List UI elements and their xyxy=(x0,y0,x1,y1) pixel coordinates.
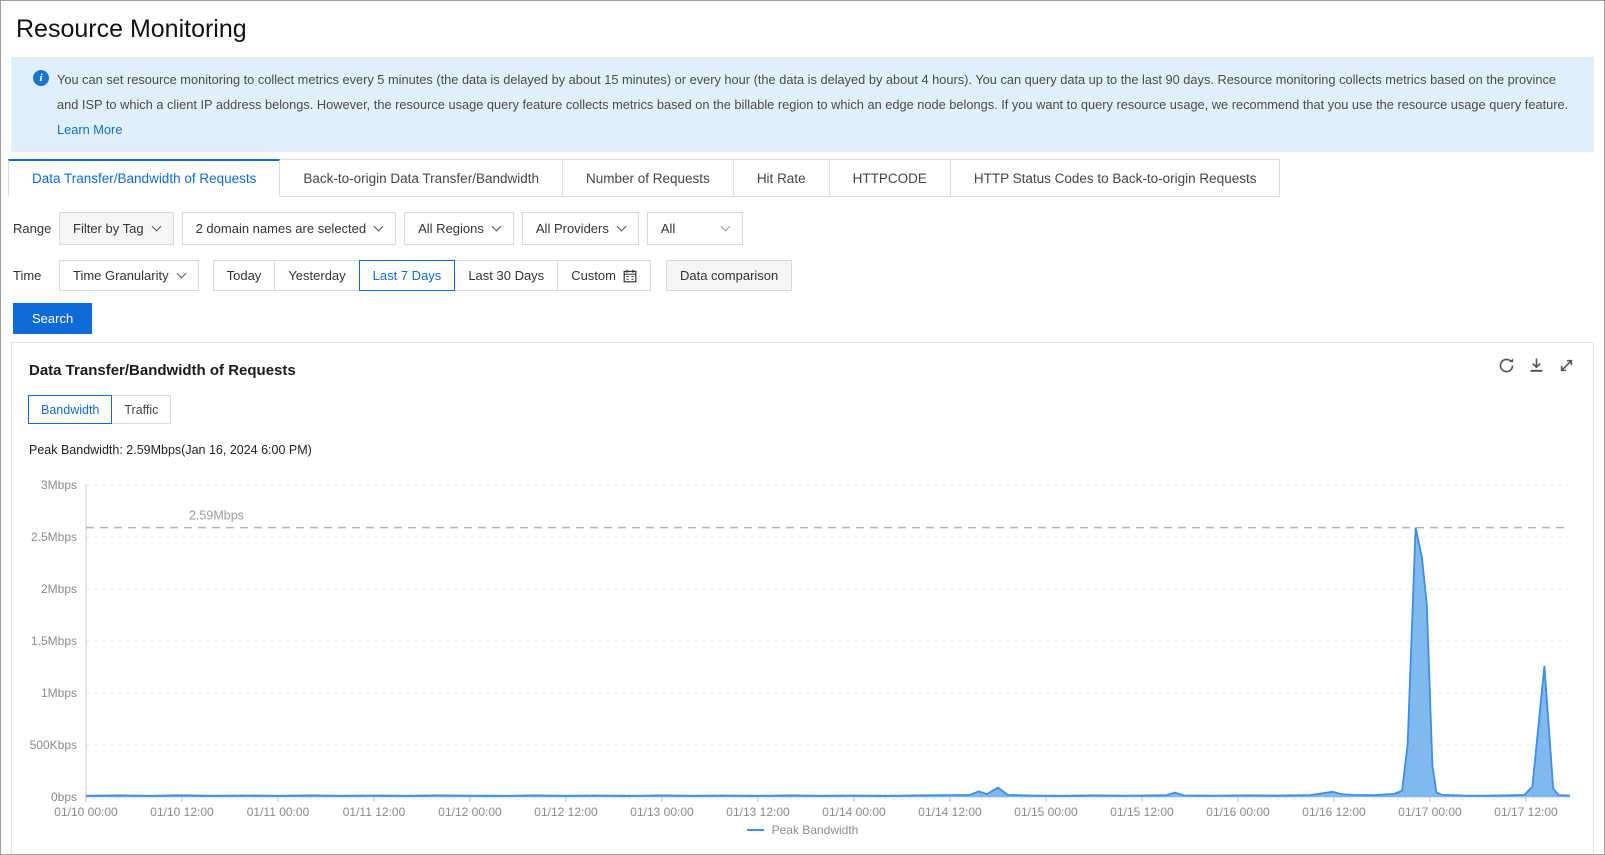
time-button-today[interactable]: Today xyxy=(212,260,276,291)
chart-panel-title: Data Transfer/Bandwidth of Requests xyxy=(29,362,296,379)
chevron-down-icon xyxy=(373,221,384,232)
info-icon: i xyxy=(33,70,49,86)
search-button[interactable]: Search xyxy=(13,303,93,334)
banner-text: You can set resource monitoring to colle… xyxy=(57,72,1568,137)
all-metric-dropdown[interactable]: All xyxy=(646,212,743,245)
time-button-last-30-days[interactable]: Last 30 Days xyxy=(454,260,559,291)
time-button-custom[interactable]: Custom xyxy=(557,260,651,291)
chevron-down-icon xyxy=(616,221,627,232)
learn-more-link[interactable]: Learn More xyxy=(57,122,122,137)
tab-bar: Data Transfer/Bandwidth of Requests Back… xyxy=(8,159,1594,197)
time-granularity-dropdown[interactable]: Time Granularity xyxy=(59,260,199,291)
tab-http-status-back-to-origin[interactable]: HTTP Status Codes to Back-to-origin Requ… xyxy=(949,159,1281,197)
refresh-icon[interactable] xyxy=(1498,357,1515,374)
time-label: Time xyxy=(13,268,42,283)
svg-text:01/15 12:00: 01/15 12:00 xyxy=(1110,805,1174,819)
tab-back-to-origin[interactable]: Back-to-origin Data Transfer/Bandwidth xyxy=(279,159,563,197)
svg-text:0bps: 0bps xyxy=(51,790,77,804)
custom-label: Custom xyxy=(571,268,616,283)
tab-data-transfer-bandwidth[interactable]: Data Transfer/Bandwidth of Requests xyxy=(8,159,281,197)
domain-names-value: 2 domain names are selected xyxy=(195,221,367,236)
regions-dropdown[interactable]: All Regions xyxy=(404,212,514,245)
svg-text:3Mbps: 3Mbps xyxy=(41,478,77,492)
bandwidth-traffic-toggle: Bandwidth Traffic xyxy=(28,395,1576,424)
tab-number-of-requests[interactable]: Number of Requests xyxy=(562,159,734,197)
filter-by-tag-dropdown[interactable]: Filter by Tag xyxy=(59,212,174,245)
svg-text:2.5Mbps: 2.5Mbps xyxy=(31,530,77,544)
svg-text:01/14 12:00: 01/14 12:00 xyxy=(918,805,982,819)
chart-panel: Data Transfer/Bandwidth of Requests Band… xyxy=(11,342,1594,854)
chevron-down-icon xyxy=(176,268,187,279)
bandwidth-area-chart[interactable]: 0bps 500Kbps 1Mbps 1.5Mbps 2Mbps 2.5Mbps 3Mbps… xyxy=(29,467,1577,821)
svg-text:01/17 00:00: 01/17 00:00 xyxy=(1398,805,1462,819)
svg-text:01/16 00:00: 01/16 00:00 xyxy=(1206,805,1270,819)
data-comparison-button[interactable]: Data comparison xyxy=(665,260,793,291)
svg-text:1.5Mbps: 1.5Mbps xyxy=(31,634,77,648)
chevron-down-icon xyxy=(151,221,162,232)
legend-line-marker xyxy=(746,828,764,832)
time-granularity-label: Time Granularity xyxy=(73,268,169,283)
legend-item-peak-bandwidth[interactable]: Peak Bandwidth xyxy=(29,823,1576,837)
regions-value: All Regions xyxy=(418,221,484,236)
chevron-down-icon xyxy=(491,221,502,232)
expand-icon[interactable] xyxy=(1558,357,1575,374)
tab-hit-rate[interactable]: Hit Rate xyxy=(732,159,830,197)
svg-text:01/15 00:00: 01/15 00:00 xyxy=(1014,805,1078,819)
range-label: Range xyxy=(13,221,52,236)
svg-text:01/11 12:00: 01/11 12:00 xyxy=(343,805,406,819)
toggle-bandwidth[interactable]: Bandwidth xyxy=(28,395,113,424)
data-comparison-label: Data comparison xyxy=(679,268,779,283)
svg-text:01/11 00:00: 01/11 00:00 xyxy=(247,805,310,819)
time-button-last-7-days[interactable]: Last 7 Days xyxy=(358,260,456,291)
svg-text:01/14 00:00: 01/14 00:00 xyxy=(822,805,886,819)
resource-monitoring-page: Resource Monitoring i You can set resour… xyxy=(0,0,1605,855)
svg-text:01/13 12:00: 01/13 12:00 xyxy=(726,805,790,819)
svg-text:1Mbps: 1Mbps xyxy=(41,686,77,700)
chart-toolbar xyxy=(1498,357,1575,374)
peak-bandwidth-text: Peak Bandwidth: 2.59Mbps(Jan 16, 2024 6:… xyxy=(29,443,312,457)
domain-names-dropdown[interactable]: 2 domain names are selected xyxy=(181,212,397,245)
svg-text:01/12 12:00: 01/12 12:00 xyxy=(534,805,598,819)
time-button-yesterday[interactable]: Yesterday xyxy=(274,260,360,291)
svg-text:01/17 12:00: 01/17 12:00 xyxy=(1494,805,1558,819)
svg-text:01/16 12:00: 01/16 12:00 xyxy=(1302,805,1366,819)
legend-label: Peak Bandwidth xyxy=(771,823,859,837)
providers-dropdown[interactable]: All Providers xyxy=(521,212,639,245)
svg-text:01/10 00:00: 01/10 00:00 xyxy=(54,805,118,819)
svg-text:01/12 00:00: 01/12 00:00 xyxy=(438,805,502,819)
svg-text:500Kbps: 500Kbps xyxy=(30,738,77,752)
download-icon[interactable] xyxy=(1528,357,1545,374)
time-range-segmented-group: Today Yesterday Last 7 Days Last 30 Days… xyxy=(212,260,651,291)
svg-text:01/10 12:00: 01/10 12:00 xyxy=(150,805,214,819)
range-filter-row: Range Filter by Tag 2 domain names are s… xyxy=(13,212,1604,245)
all-metric-value: All xyxy=(660,221,676,236)
chevron-down-icon xyxy=(720,221,731,232)
tab-httpcode[interactable]: HTTPCODE xyxy=(828,159,951,197)
providers-value: All Providers xyxy=(535,221,609,236)
svg-text:2.59Mbps: 2.59Mbps xyxy=(189,509,244,523)
filter-by-tag-label: Filter by Tag xyxy=(73,221,144,236)
svg-text:01/13 00:00: 01/13 00:00 xyxy=(630,805,694,819)
toggle-traffic[interactable]: Traffic xyxy=(111,395,172,424)
calendar-icon xyxy=(623,269,637,282)
info-banner: i You can set resource monitoring to col… xyxy=(11,57,1594,152)
page-title: Resource Monitoring xyxy=(16,15,247,43)
svg-text:2Mbps: 2Mbps xyxy=(41,582,77,596)
banner-message: You can set resource monitoring to colle… xyxy=(57,72,1569,112)
time-filter-row: Time Time Granularity Today Yesterday La… xyxy=(13,260,1604,291)
